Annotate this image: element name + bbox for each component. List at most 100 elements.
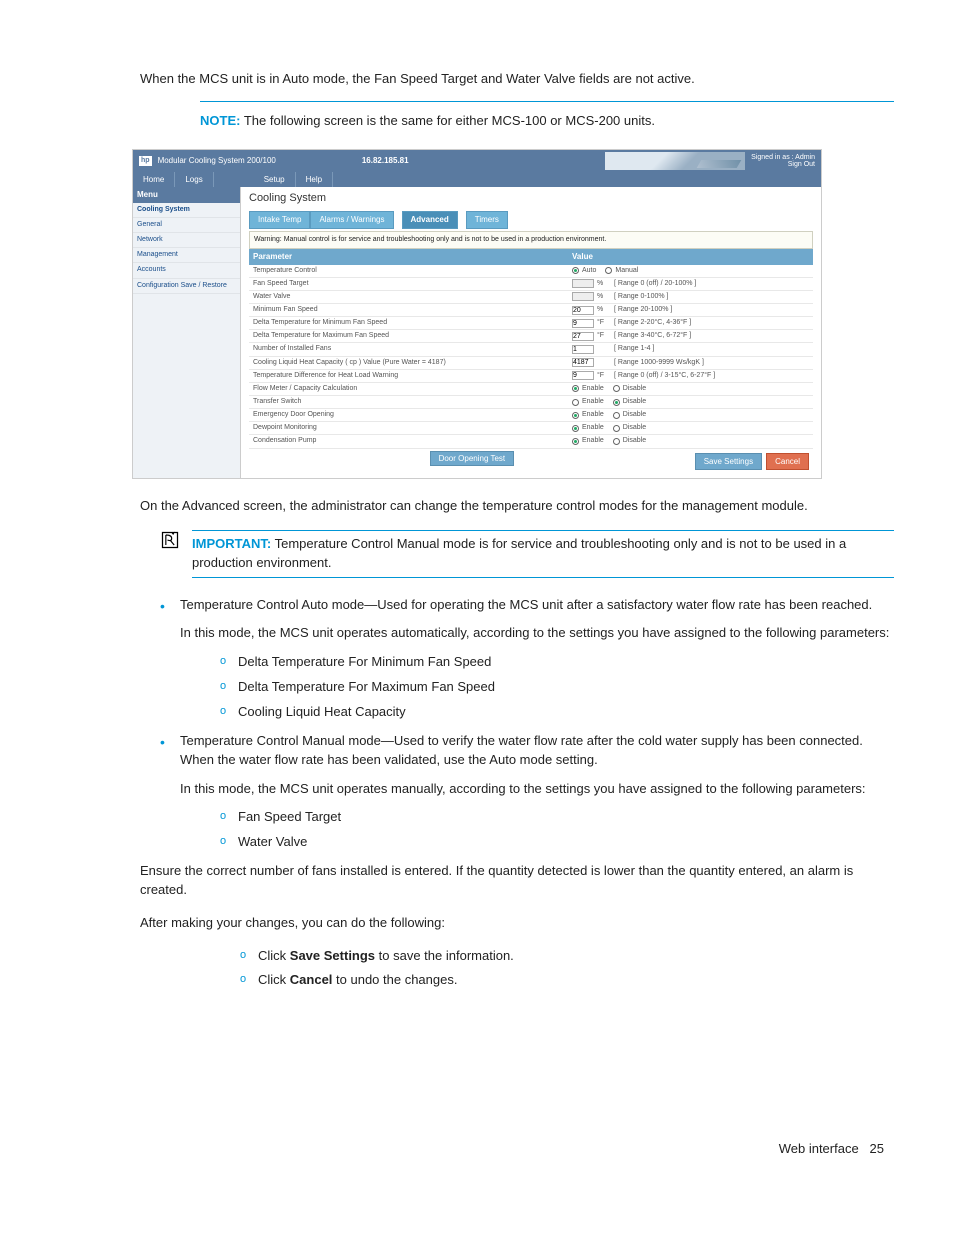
after-sublist: Click Save Settings to save the informat… — [60, 947, 894, 991]
ss-tab2-intake[interactable]: Intake Temp — [249, 211, 310, 229]
b1-sub-2: Cooling Liquid Heat Capacity — [220, 703, 894, 722]
radio-disable[interactable] — [613, 385, 620, 392]
radio-auto[interactable] — [572, 267, 579, 274]
param-label: Temperature Difference for Heat Load War… — [249, 370, 568, 382]
value-input[interactable] — [572, 319, 594, 328]
bullet-auto-mode: Temperature Control Auto mode—Used for o… — [160, 596, 894, 722]
b1-sub-0: Delta Temperature For Minimum Fan Speed — [220, 653, 894, 672]
ss-primary-tabs: Home Logs Setup Help — [133, 172, 821, 188]
unit-label: °F — [597, 371, 611, 381]
ss-tab-home[interactable]: Home — [133, 172, 174, 188]
value-cell: °F[ Range 2-20°C, 4-36°F ] — [568, 317, 813, 329]
page-footer: Web interface 25 — [60, 1000, 894, 1159]
param-label: Fan Speed Target — [249, 278, 568, 290]
unit-label: % — [597, 305, 611, 315]
important-label: IMPORTANT: — [192, 536, 271, 551]
table-row: Cooling Liquid Heat Capacity ( cp ) Valu… — [249, 357, 813, 370]
door-opening-test-button[interactable]: Door Opening Test — [430, 451, 515, 466]
bullet2-lead: Temperature Control Manual mode—Used to … — [180, 732, 894, 770]
bullet2-p2: In this mode, the MCS unit operates manu… — [180, 780, 894, 799]
radio-disable[interactable] — [613, 425, 620, 432]
radio-disable[interactable] — [613, 399, 620, 406]
ss-tab-logs[interactable]: Logs — [174, 172, 213, 188]
footer-page: 25 — [870, 1141, 884, 1156]
value-cell: Enable Disable — [568, 396, 813, 408]
value-cell: %[ Range 20-100% ] — [568, 304, 813, 316]
value-input[interactable] — [572, 358, 594, 367]
radio-enable[interactable] — [572, 425, 579, 432]
ss-side-accounts[interactable]: Accounts — [133, 263, 240, 278]
ss-side-config[interactable]: Configuration Save / Restore — [133, 279, 240, 294]
radio-manual[interactable] — [605, 267, 612, 274]
important-text: Temperature Control Manual mode is for s… — [192, 536, 846, 570]
ss-title: Modular Cooling System 200/100 — [158, 155, 276, 167]
after-sub-cancel: Click Cancel to undo the changes. — [240, 971, 894, 990]
ss-main-title: Cooling System — [249, 191, 813, 207]
radio-label: Enable — [582, 423, 604, 433]
radio-label: Enable — [582, 397, 604, 407]
param-label: Minimum Fan Speed — [249, 304, 568, 316]
ss-signin-block: Signed in as : Admin Sign Out — [751, 154, 815, 168]
ss-splash-graphic — [605, 152, 745, 170]
ss-tab2-timers[interactable]: Timers — [466, 211, 508, 229]
radio-disable[interactable] — [613, 438, 620, 445]
table-row: Temperature ControlAutoManual — [249, 265, 813, 278]
ss-tab2-advanced[interactable]: Advanced — [402, 211, 458, 229]
para-after: After making your changes, you can do th… — [60, 914, 894, 933]
ss-table-header: Parameter Value — [249, 249, 813, 265]
value-input[interactable] — [572, 332, 594, 341]
ss-tab2-alarms[interactable]: Alarms / Warnings — [310, 211, 393, 229]
value-input[interactable] — [572, 345, 594, 354]
footer-label: Web interface — [779, 1141, 859, 1156]
ss-secondary-tabs: Intake Temp Alarms / Warnings Advanced T… — [249, 211, 813, 229]
table-row: Emergency Door OpeningEnableDisable — [249, 409, 813, 422]
value-input[interactable] — [572, 306, 594, 315]
table-row: Condensation PumpEnableDisable — [249, 435, 813, 448]
unit-label: % — [597, 292, 611, 302]
param-label: Delta Temperature for Minimum Fan Speed — [249, 317, 568, 329]
ss-tab-help[interactable]: Help — [295, 172, 333, 188]
bullet2-sublist: Fan Speed Target Water Valve — [180, 808, 894, 852]
value-cell: EnableDisable — [568, 383, 813, 395]
ss-tab-setup[interactable]: Setup — [254, 172, 295, 188]
cancel-button[interactable]: Cancel — [766, 453, 809, 471]
para-advanced: On the Advanced screen, the administrato… — [60, 497, 894, 516]
value-cell: EnableDisable — [568, 409, 813, 421]
ss-side-general[interactable]: General — [133, 218, 240, 233]
value-cell: %[ Range 0 (off) / 20-100% ] — [568, 278, 813, 290]
radio-enable[interactable] — [572, 399, 579, 406]
b2-sub-0: Fan Speed Target — [220, 808, 894, 827]
note-text: The following screen is the same for eit… — [244, 113, 655, 128]
table-row: Fan Speed Target%[ Range 0 (off) / 20-10… — [249, 278, 813, 291]
value-cell: [ Range 1-4 ] — [568, 343, 813, 355]
radio-enable[interactable] — [572, 412, 579, 419]
param-label: Delta Temperature for Maximum Fan Speed — [249, 330, 568, 342]
ss-sidebar: Menu Cooling System General Network Mana… — [133, 187, 241, 478]
ss-signout-link[interactable]: Sign Out — [788, 161, 815, 168]
param-label: Dewpoint Monitoring — [249, 422, 568, 434]
ss-side-cooling[interactable]: Cooling System — [133, 203, 240, 218]
range-label: [ Range 3-40°C, 6-72°F ] — [614, 331, 691, 341]
save-settings-button[interactable]: Save Settings — [695, 453, 762, 471]
ss-side-network[interactable]: Network — [133, 233, 240, 248]
value-cell: AutoManual — [568, 265, 813, 277]
ss-warning: Warning: Manual control is for service a… — [249, 231, 813, 249]
value-cell: [ Range 1000-9999 Ws/kgK ] — [568, 357, 813, 369]
radio-enable[interactable] — [572, 385, 579, 392]
ss-main: Cooling System Intake Temp Alarms / Warn… — [241, 187, 821, 478]
radio-label: Manual — [615, 266, 638, 276]
radio-enable[interactable] — [572, 438, 579, 445]
param-label: Condensation Pump — [249, 435, 568, 447]
range-label: [ Range 0 (off) / 20-100% ] — [614, 279, 696, 289]
param-label: Transfer Switch — [249, 396, 568, 408]
radio-disable[interactable] — [613, 412, 620, 419]
radio-label: Disable — [623, 397, 646, 407]
ss-side-header: Menu — [133, 187, 240, 203]
radio-label: Disable — [623, 384, 646, 394]
radio-label: Disable — [623, 436, 646, 446]
ss-side-management[interactable]: Management — [133, 248, 240, 263]
table-row: Delta Temperature for Maximum Fan Speed°… — [249, 330, 813, 343]
value-input[interactable] — [572, 371, 594, 380]
b1-sub-1: Delta Temperature For Maximum Fan Speed — [220, 678, 894, 697]
radio-label: Disable — [623, 410, 646, 420]
